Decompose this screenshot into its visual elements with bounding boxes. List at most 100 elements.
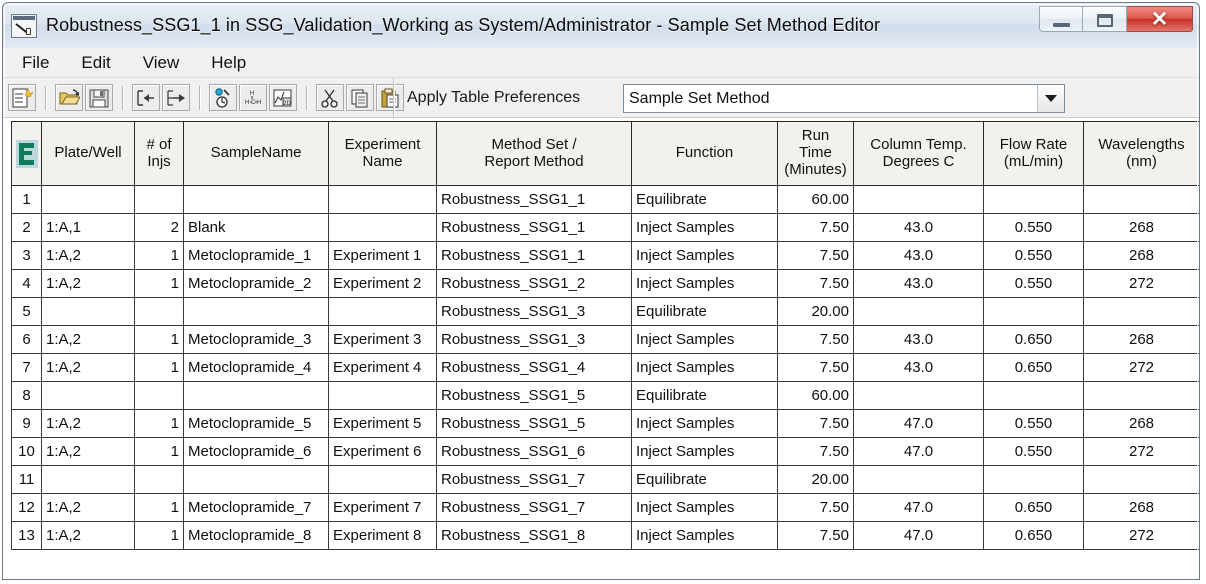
cell-wavelengths[interactable]: 268	[1083, 241, 1199, 270]
save-icon[interactable]	[85, 84, 113, 111]
cell-function[interactable]: Equilibrate	[631, 465, 778, 494]
cell-function[interactable]: Inject Samples	[631, 213, 778, 242]
cell-run-time[interactable]: 7.50	[777, 269, 854, 298]
cell-run-time[interactable]: 7.50	[777, 325, 854, 354]
column-header-plate-well[interactable]: Plate/Well	[41, 121, 135, 186]
menu-item-file[interactable]: File	[19, 52, 52, 74]
cell-wavelengths[interactable]: 272	[1083, 437, 1199, 466]
insert-rows-above-icon[interactable]	[132, 84, 160, 111]
cell-function[interactable]: Inject Samples	[631, 437, 778, 466]
minimize-button[interactable]	[1039, 6, 1083, 32]
column-header-method-set[interactable]: Method Set / Report Method	[436, 121, 632, 186]
cell-num-injs[interactable]: 1	[134, 521, 184, 550]
table-row[interactable]: 7 1:A,2 1 Metoclopramide_4 Experiment 4 Robus…	[11, 353, 1199, 382]
cell-method-set[interactable]: Robustness_SSG1_6	[436, 437, 632, 466]
cell-function[interactable]: Inject Samples	[631, 493, 778, 522]
row-header-cell[interactable]: 6	[11, 325, 42, 354]
cell-flow-rate[interactable]: 0.550	[983, 409, 1084, 438]
cell-column-temp[interactable]: 43.0	[853, 269, 984, 298]
table-row[interactable]: 8 Robustness_SSG1_5 Equilibrate 60.00	[11, 381, 1199, 410]
column-header-num-injs[interactable]: # of Injs	[134, 121, 184, 186]
sample-set-grid-container[interactable]: Plate/Well # of Injs SampleName Experime…	[3, 118, 1199, 579]
cell-sample-name[interactable]: Metoclopramide_7	[183, 493, 329, 522]
cell-method-set[interactable]: Robustness_SSG1_2	[436, 269, 632, 298]
cell-sample-name[interactable]: Metoclopramide_8	[183, 521, 329, 550]
cell-run-time[interactable]: 20.00	[777, 465, 854, 494]
cell-column-temp[interactable]: 43.0	[853, 353, 984, 382]
cell-plate-well[interactable]: 1:A,2	[41, 353, 135, 382]
cell-num-injs[interactable]: 1	[134, 353, 184, 382]
column-header-sample-name[interactable]: SampleName	[183, 121, 329, 186]
row-header-cell[interactable]: 5	[11, 297, 42, 326]
column-header-function[interactable]: Function	[631, 121, 778, 186]
cell-flow-rate[interactable]: 0.550	[983, 241, 1084, 270]
cell-function[interactable]: Inject Samples	[631, 521, 778, 550]
cell-wavelengths[interactable]: 272	[1083, 353, 1199, 382]
cell-method-set[interactable]: Robustness_SSG1_7	[436, 493, 632, 522]
cell-method-set[interactable]: Robustness_SSG1_5	[436, 409, 632, 438]
cell-method-set[interactable]: Robustness_SSG1_4	[436, 353, 632, 382]
cell-plate-well[interactable]: 1:A,1	[41, 213, 135, 242]
cell-run-time[interactable]: 7.50	[777, 437, 854, 466]
cell-plate-well[interactable]: 1:A,2	[41, 521, 135, 550]
cell-method-set[interactable]: Robustness_SSG1_3	[436, 325, 632, 354]
cell-function[interactable]: Inject Samples	[631, 325, 778, 354]
cell-function[interactable]: Equilibrate	[631, 297, 778, 326]
row-header-cell[interactable]: 8	[11, 381, 42, 410]
cell-method-set[interactable]: Robustness_SSG1_7	[436, 465, 632, 494]
cell-run-time[interactable]: 7.50	[777, 241, 854, 270]
cell-sample-name[interactable]: Metoclopramide_6	[183, 437, 329, 466]
cell-experiment-name[interactable]: Experiment 7	[328, 493, 437, 522]
cell-num-injs[interactable]: 1	[134, 325, 184, 354]
row-header-cell[interactable]: 13	[11, 521, 42, 550]
cell-method-set[interactable]: Robustness_SSG1_8	[436, 521, 632, 550]
cell-run-time[interactable]: 7.50	[777, 213, 854, 242]
insert-rows-below-icon[interactable]	[162, 84, 190, 111]
table-row[interactable]: 5 Robustness_SSG1_3 Equilibrate 20.00	[11, 297, 1199, 326]
cell-flow-rate[interactable]: 0.550	[983, 213, 1084, 242]
cell-plate-well[interactable]: 1:A,2	[41, 493, 135, 522]
cell-column-temp[interactable]: 47.0	[853, 437, 984, 466]
cell-sample-name[interactable]: Metoclopramide_5	[183, 409, 329, 438]
copy-icon[interactable]	[346, 84, 374, 111]
cell-column-temp[interactable]: 43.0	[853, 241, 984, 270]
cell-column-temp[interactable]: 43.0	[853, 325, 984, 354]
column-header-column-temp[interactable]: Column Temp. Degrees C	[853, 121, 984, 186]
cell-function[interactable]: Equilibrate	[631, 185, 778, 214]
cell-experiment-name[interactable]: Experiment 8	[328, 521, 437, 550]
cell-num-injs[interactable]: 1	[134, 409, 184, 438]
cell-plate-well[interactable]: 1:A,2	[41, 269, 135, 298]
cell-flow-rate[interactable]: 0.650	[983, 493, 1084, 522]
cell-sample-name[interactable]: Metoclopramide_2	[183, 269, 329, 298]
cell-column-temp[interactable]: 43.0	[853, 213, 984, 242]
cell-plate-well[interactable]: 1:A,2	[41, 437, 135, 466]
cell-experiment-name[interactable]: Experiment 2	[328, 269, 437, 298]
table-row[interactable]: 3 1:A,2 1 Metoclopramide_1 Experiment 1 Robus…	[11, 241, 1199, 270]
plot-preview-icon[interactable]: 2D	[269, 84, 297, 111]
cell-num-injs[interactable]: 1	[134, 241, 184, 270]
cut-icon[interactable]	[316, 84, 344, 111]
cell-experiment-name[interactable]	[328, 213, 437, 242]
cell-flow-rate[interactable]: 0.550	[983, 437, 1084, 466]
cell-run-time[interactable]: 20.00	[777, 297, 854, 326]
row-header-cell[interactable]: 2	[11, 213, 42, 242]
menu-item-view[interactable]: View	[140, 52, 183, 74]
cell-function[interactable]: Inject Samples	[631, 241, 778, 270]
cell-run-time[interactable]: 7.50	[777, 521, 854, 550]
column-header-experiment-name[interactable]: Experiment Name	[328, 121, 437, 186]
cell-column-temp[interactable]: 47.0	[853, 409, 984, 438]
cell-flow-rate[interactable]: 0.650	[983, 325, 1084, 354]
column-header-wavelengths[interactable]: Wavelengths (nm)	[1083, 121, 1199, 186]
row-header-cell[interactable]: 9	[11, 409, 42, 438]
cell-flow-rate[interactable]: 0.650	[983, 521, 1084, 550]
cell-run-time[interactable]: 60.00	[777, 381, 854, 410]
cell-experiment-name[interactable]: Experiment 5	[328, 409, 437, 438]
cell-method-set[interactable]: Robustness_SSG1_1	[436, 213, 632, 242]
column-header-run-time[interactable]: Run Time (Minutes)	[777, 121, 854, 186]
cell-function[interactable]: Inject Samples	[631, 353, 778, 382]
cell-experiment-name[interactable]: Experiment 6	[328, 437, 437, 466]
table-row[interactable]: 13 1:A,2 1 Metoclopramide_8 Experiment 8 Robu…	[11, 521, 1199, 550]
row-header-cell[interactable]: 10	[11, 437, 42, 466]
cell-plate-well[interactable]: 1:A,2	[41, 241, 135, 270]
cell-run-time[interactable]: 7.50	[777, 493, 854, 522]
